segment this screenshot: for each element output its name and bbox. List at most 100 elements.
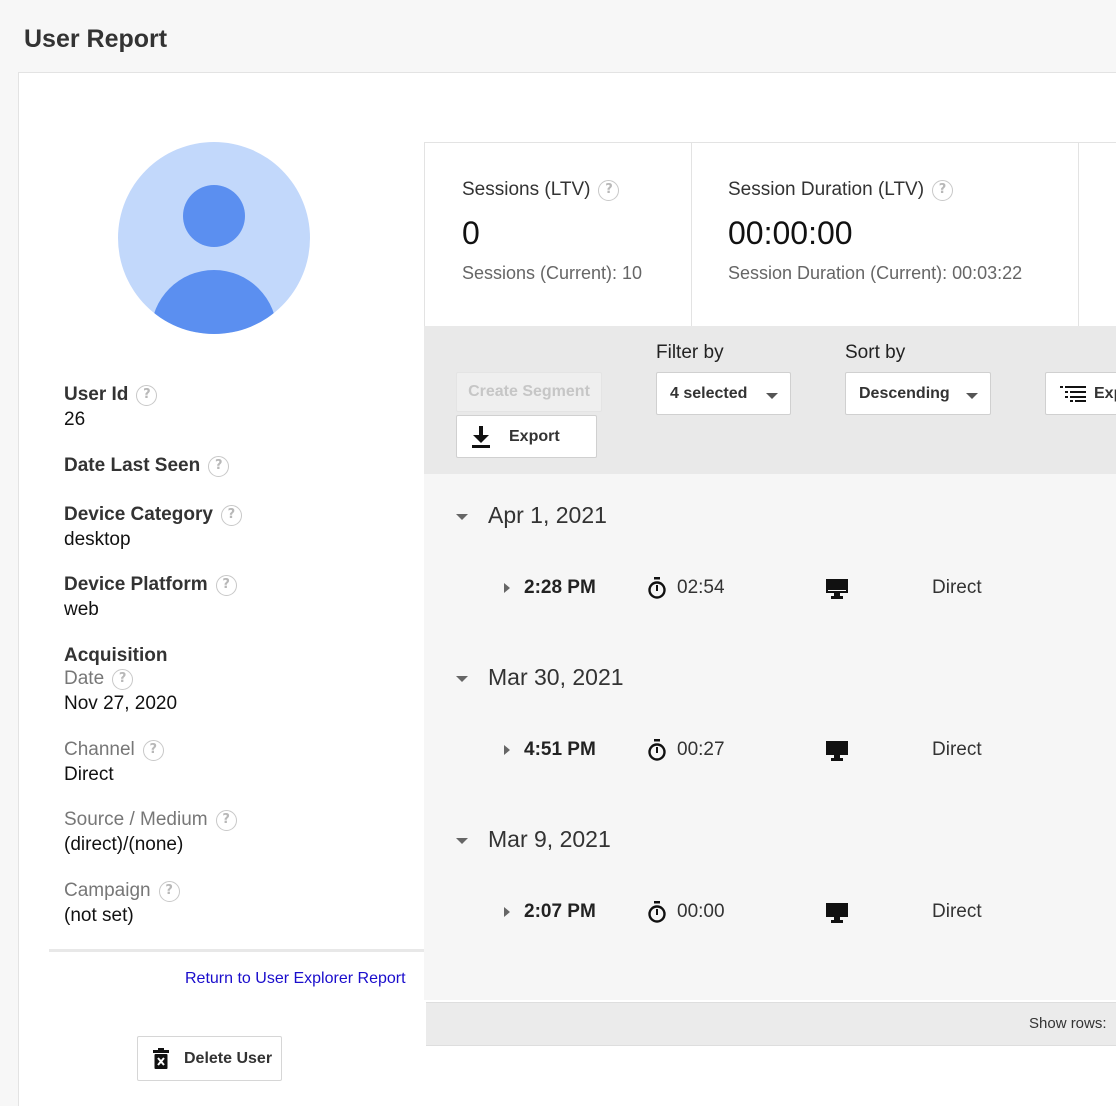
avatar-head — [183, 185, 245, 247]
channel-value: Direct — [64, 764, 114, 785]
filter-value: 4 selected — [670, 384, 748, 402]
device-category-label: Device Category — [64, 504, 213, 525]
help-icon[interactable]: ? — [215, 574, 237, 596]
chevron-down-icon — [766, 393, 778, 399]
campaign-label: Campaign — [64, 880, 151, 901]
metric-separator — [1078, 143, 1079, 327]
session-time: 4:51 PM — [524, 739, 596, 760]
help-icon[interactable]: ? — [215, 809, 237, 831]
avatar-body — [151, 270, 277, 334]
session-date: Apr 1, 2021 — [488, 502, 607, 528]
session-row[interactable]: 2:07 PM 00:00 Direct — [424, 896, 1116, 936]
collapse-triangle-icon — [456, 838, 468, 844]
collapse-triangle-icon — [456, 514, 468, 520]
expand-button[interactable]: Exp — [1045, 372, 1116, 415]
help-icon[interactable]: ? — [598, 179, 620, 201]
divider — [49, 949, 425, 952]
session-duration: 02:54 — [677, 577, 725, 598]
timer-icon — [648, 577, 666, 599]
date-group-header[interactable]: Mar 30, 2021 — [424, 660, 1116, 700]
table-footer: Show rows: — [426, 1002, 1116, 1046]
metric-current: Sessions (Current): 10 — [462, 263, 643, 283]
session-date: Mar 9, 2021 — [488, 826, 611, 852]
sort-by-label: Sort by — [845, 342, 906, 363]
help-icon[interactable]: ? — [220, 504, 242, 526]
metric-value: 0 — [462, 215, 480, 251]
metric-label: Sessions (LTV) — [462, 179, 591, 200]
help-icon[interactable]: ? — [158, 880, 180, 902]
session-time: 2:28 PM — [524, 577, 596, 598]
source-medium-value: (direct)/(none) — [64, 834, 184, 855]
trash-icon — [153, 1047, 169, 1069]
device-platform-section: Device Platform? web — [64, 574, 237, 621]
user-id-section: User Id? 26 — [64, 384, 158, 431]
return-to-user-explorer-link[interactable]: Return to User Explorer Report — [185, 970, 406, 988]
device-category-section: Device Category? desktop — [64, 504, 242, 551]
source-medium-label: Source / Medium — [64, 809, 208, 830]
user-id-label: User Id — [64, 384, 129, 405]
session-channel: Direct — [932, 739, 982, 760]
show-rows-label: Show rows: — [1029, 1015, 1107, 1032]
session-duration: 00:00 — [677, 901, 725, 922]
help-icon[interactable]: ? — [142, 739, 164, 761]
help-icon[interactable]: ? — [932, 179, 954, 201]
device-platform-value: web — [64, 599, 99, 620]
campaign-section: Campaign? (not set) — [64, 880, 180, 927]
download-icon — [472, 425, 490, 448]
page-title: User Report — [24, 25, 168, 53]
session-list: Apr 1, 2021 2:28 PM 02:54 Direct Mar 30,… — [424, 474, 1116, 1000]
delete-user-button[interactable]: Delete User — [137, 1036, 282, 1081]
acquisition-label: Acquisition — [64, 645, 168, 666]
expand-triangle-icon — [504, 583, 510, 593]
help-icon[interactable]: ? — [208, 455, 230, 477]
metrics-panel: Sessions (LTV)? 0 Sessions (Current): 10… — [424, 142, 1116, 327]
acquisition-date-label: Date — [64, 668, 105, 689]
channel-label: Channel — [64, 739, 135, 760]
metric-value: 00:00:00 — [728, 215, 853, 251]
date-group-header[interactable]: Apr 1, 2021 — [424, 498, 1116, 538]
expand-triangle-icon — [504, 745, 510, 755]
channel-section: Channel? Direct — [64, 739, 164, 786]
expand-label: Exp — [1094, 384, 1116, 402]
timer-icon — [648, 901, 666, 923]
acquisition-date-value: Nov 27, 2020 — [64, 693, 178, 714]
expand-triangle-icon — [504, 907, 510, 917]
session-duration: 00:27 — [677, 739, 725, 760]
date-last-seen-section: Date Last Seen? — [64, 455, 230, 477]
list-icon — [1060, 385, 1086, 402]
timer-icon — [648, 739, 666, 761]
desktop-icon — [826, 579, 848, 599]
device-category-value: desktop — [64, 529, 131, 550]
session-time: 2:07 PM — [524, 901, 596, 922]
date-group-header[interactable]: Mar 9, 2021 — [424, 822, 1116, 862]
export-button[interactable]: Export — [456, 415, 597, 458]
export-label: Export — [509, 427, 560, 445]
campaign-value: (not set) — [64, 905, 134, 926]
user-avatar — [118, 142, 310, 334]
sort-value: Descending — [859, 384, 950, 402]
collapse-triangle-icon — [456, 676, 468, 682]
desktop-icon — [826, 741, 848, 761]
acquisition-section: Acquisition Date? Nov 27, 2020 — [64, 645, 177, 715]
help-icon[interactable]: ? — [136, 384, 158, 406]
session-channel: Direct — [932, 901, 982, 922]
metric-separator — [691, 143, 692, 327]
metric-label: Session Duration (LTV) — [728, 179, 925, 200]
date-last-seen-label: Date Last Seen — [64, 455, 201, 476]
source-medium-section: Source / Medium? (direct)/(none) — [64, 809, 237, 856]
chevron-down-icon — [966, 393, 978, 399]
session-row[interactable]: 2:28 PM 02:54 Direct — [424, 572, 1116, 612]
help-icon[interactable]: ? — [112, 668, 134, 690]
user-id-value: 26 — [64, 409, 86, 430]
device-platform-label: Device Platform — [64, 574, 208, 595]
session-channel: Direct — [932, 577, 982, 598]
create-segment-button[interactable]: Create Segment — [456, 372, 602, 412]
desktop-icon — [826, 903, 848, 923]
toolbar: Create Segment Export Filter by 4 select… — [424, 326, 1116, 474]
delete-user-label: Delete User — [184, 1049, 273, 1067]
metric-current: Session Duration (Current): 00:03:22 — [728, 263, 1023, 283]
session-date: Mar 30, 2021 — [488, 664, 624, 690]
filter-dropdown[interactable]: 4 selected — [656, 372, 791, 415]
sort-dropdown[interactable]: Descending — [845, 372, 991, 415]
session-row[interactable]: 4:51 PM 00:27 Direct — [424, 734, 1116, 774]
